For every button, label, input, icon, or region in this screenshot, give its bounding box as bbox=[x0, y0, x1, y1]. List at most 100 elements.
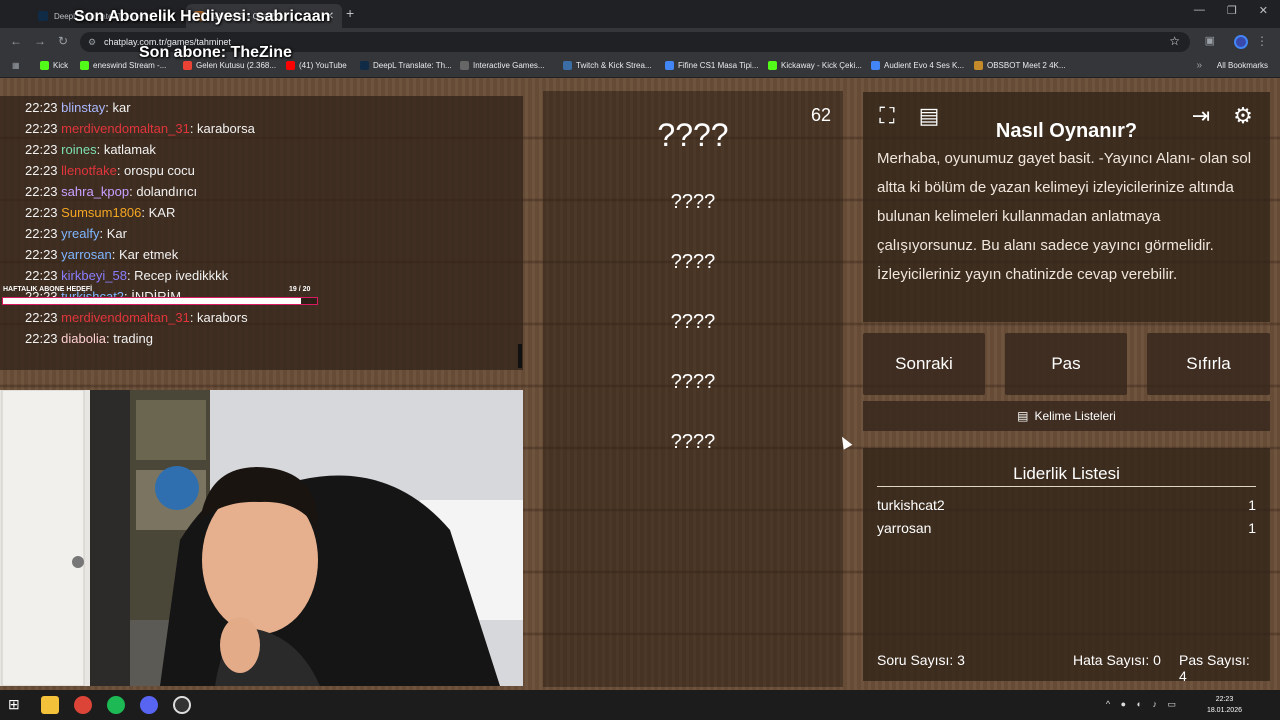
chat-text: : karabors bbox=[189, 310, 248, 325]
chat-username[interactable]: yarrosan bbox=[61, 247, 112, 262]
chat-time: 22:23 bbox=[25, 142, 58, 157]
how-to-play-text: Merhaba, oyunumuz gayet basit. -Yayıncı … bbox=[877, 150, 1252, 283]
chat-time: 22:23 bbox=[25, 205, 58, 220]
chat-text: : trading bbox=[106, 331, 153, 346]
word-column: 62 ???? ???????????????????? bbox=[543, 91, 843, 687]
next-button[interactable]: Sonraki bbox=[863, 333, 985, 395]
system-tray[interactable]: ^ ● ◐ ♪ ▭ bbox=[1106, 699, 1180, 710]
bookmark-item[interactable]: Twitch & Kick Strea... bbox=[563, 61, 652, 70]
sub-goal-label: HAFTALIK ABONE HEDEFİ bbox=[3, 286, 93, 293]
chat-message: 22:23 diabolia: trading bbox=[25, 331, 153, 346]
chat-time: 22:23 bbox=[25, 226, 58, 241]
chat-time: 22:23 bbox=[25, 247, 58, 262]
chat-message: 22:23 merdivendomaltan_31: karabors bbox=[25, 310, 248, 325]
chrome-icon[interactable] bbox=[74, 696, 92, 714]
chat-text: : dolandırıcı bbox=[129, 184, 198, 199]
chat-time: 22:23 bbox=[25, 331, 58, 346]
bookmark-item[interactable]: Gelen Kutusu (2.368... bbox=[183, 61, 276, 70]
bookmark-item[interactable]: Interactive Games... bbox=[460, 61, 545, 70]
chat-scrollbar[interactable] bbox=[518, 344, 522, 368]
leaderboard-row: yarrosan 1 bbox=[877, 520, 1256, 536]
chat-text: : karaborsa bbox=[189, 121, 255, 136]
bookmark-item[interactable]: Kickaway - Kick Çeki... bbox=[768, 61, 862, 70]
bookmark-star-icon[interactable]: ☆ bbox=[1169, 34, 1180, 48]
chat-time: 22:23 bbox=[25, 163, 58, 178]
main-word: ???? bbox=[657, 117, 729, 153]
chat-username[interactable]: diabolia bbox=[61, 331, 106, 346]
chat-username[interactable]: sahra_kpop bbox=[61, 184, 129, 199]
chat-message: 22:23 merdivendomaltan_31: karaborsa bbox=[25, 121, 255, 136]
chat-text: : Recep ivedikkkk bbox=[126, 268, 229, 283]
chat-text: : KAR bbox=[141, 205, 176, 220]
profile-avatar[interactable] bbox=[1234, 35, 1248, 49]
chat-username[interactable]: Sumsum1806 bbox=[61, 205, 141, 220]
bookmark-item[interactable]: OBSBOT Meet 2 4K... bbox=[974, 61, 1066, 70]
chat-panel: 22:23 blinstay: kar 22:23 merdivendomalta… bbox=[0, 96, 523, 370]
bookmark-item[interactable]: (41) YouTube bbox=[286, 61, 347, 70]
chat-message: 22:23 roines: katlamak bbox=[25, 142, 156, 157]
how-to-play-panel: ⛶ ▤ ⇥ ⚙ Nasıl Oynanır? Merhaba, oyunumuz… bbox=[863, 92, 1270, 322]
forward-icon[interactable]: → bbox=[34, 34, 46, 48]
list-icon: ▤ bbox=[1017, 409, 1029, 423]
chat-message: 22:23 yrealfy: Kar bbox=[25, 226, 127, 241]
webcam-feed bbox=[0, 390, 523, 686]
chat-username[interactable]: yrealfy bbox=[61, 226, 99, 241]
sub-goal-bar bbox=[2, 297, 318, 305]
how-to-play-title: Nasıl Oynanır? bbox=[995, 120, 1138, 142]
chat-username[interactable]: merdivendomaltan_31 bbox=[61, 121, 190, 136]
chat-time: 22:23 bbox=[25, 184, 58, 199]
chat-message: 22:23 llenotfake: orospu cocu bbox=[25, 163, 195, 178]
chat-text: : Kar bbox=[99, 226, 127, 241]
extensions-icon[interactable]: ▣ bbox=[1205, 34, 1215, 47]
close-window-icon[interactable]: ✕ bbox=[1259, 4, 1268, 17]
chat-message: 22:23 blinstay: kar bbox=[25, 100, 131, 115]
chat-username[interactable]: roines bbox=[61, 142, 96, 157]
minimize-icon[interactable]: — bbox=[1194, 4, 1205, 17]
leaderboard-row: turkishcat2 1 bbox=[877, 497, 1256, 513]
leaderboard-title: Liderlik Listesi bbox=[1013, 464, 1120, 483]
start-icon[interactable]: ⊞ bbox=[8, 696, 26, 714]
word-lists-button[interactable]: ▤ Kelime Listeleri bbox=[863, 401, 1270, 431]
chat-username[interactable]: merdivendomaltan_31 bbox=[61, 310, 190, 325]
chat-username[interactable]: llenotfake bbox=[61, 163, 117, 178]
reload-icon[interactable]: ↻ bbox=[58, 34, 68, 48]
deepl-icon bbox=[38, 11, 48, 21]
chat-message: 22:23 sahra_kpop: dolandırıcı bbox=[25, 184, 197, 199]
chat-text: : katlamak bbox=[96, 142, 156, 157]
pass-button[interactable]: Pas bbox=[1005, 333, 1127, 395]
reset-button[interactable]: Sıfırla bbox=[1147, 333, 1270, 395]
last-subscriber-overlay: Son abone: TheZine bbox=[139, 44, 292, 61]
sub-goal-fill bbox=[3, 298, 302, 304]
pass-count: Pas Sayısı: 4 bbox=[1179, 652, 1250, 684]
file-explorer-icon[interactable] bbox=[41, 696, 59, 714]
bookmark-item[interactable]: eneswind Stream -... bbox=[80, 61, 166, 70]
bookmark-item[interactable]: Audient Evo 4 Ses K... bbox=[871, 61, 964, 70]
spotify-icon[interactable] bbox=[107, 696, 125, 714]
discord-icon[interactable] bbox=[140, 696, 158, 714]
chat-message: 22:23 kirkbeyi_58: Recep ivedikkkk bbox=[25, 268, 228, 283]
chat-message: 22:23 Sumsum1806: KAR bbox=[25, 205, 175, 220]
restore-icon[interactable]: ❐ bbox=[1227, 4, 1237, 17]
obs-icon[interactable] bbox=[173, 696, 191, 714]
chat-time: 22:23 bbox=[25, 121, 58, 136]
chat-username[interactable]: blinstay bbox=[61, 100, 105, 115]
sub-goal-count: 19 / 20 bbox=[289, 286, 311, 293]
chat-time: 22:23 bbox=[25, 100, 58, 115]
more-bookmarks-icon[interactable]: » bbox=[1196, 60, 1202, 71]
all-bookmarks[interactable]: All Bookmarks bbox=[1217, 61, 1268, 70]
menu-icon[interactable]: ⋮ bbox=[1256, 34, 1268, 48]
back-icon[interactable]: ← bbox=[10, 34, 22, 48]
new-tab-button[interactable]: + bbox=[346, 5, 354, 21]
chat-time: 22:23 bbox=[25, 268, 58, 283]
bookmark-item[interactable]: Kick bbox=[40, 61, 68, 70]
chat-message: 22:23 yarrosan: Kar etmek bbox=[25, 247, 178, 262]
chat-text: : orospu cocu bbox=[116, 163, 195, 178]
forbidden-word: ???? bbox=[670, 431, 716, 453]
apps-icon[interactable]: ▦ bbox=[12, 61, 20, 70]
clock[interactable]: 22:23 18.01.2026 bbox=[1207, 694, 1242, 716]
chat-username[interactable]: kirkbeyi_58 bbox=[61, 268, 127, 283]
bookmark-item[interactable]: Fifine CS1 Masa Tipi... bbox=[665, 61, 758, 70]
bookmark-item[interactable]: DeepL Translate: Th... bbox=[360, 61, 452, 70]
site-info-icon[interactable]: ⚙ bbox=[88, 37, 96, 48]
leaderboard-panel: Liderlik Listesi turkishcat2 1 yarrosan 1 … bbox=[863, 448, 1270, 684]
